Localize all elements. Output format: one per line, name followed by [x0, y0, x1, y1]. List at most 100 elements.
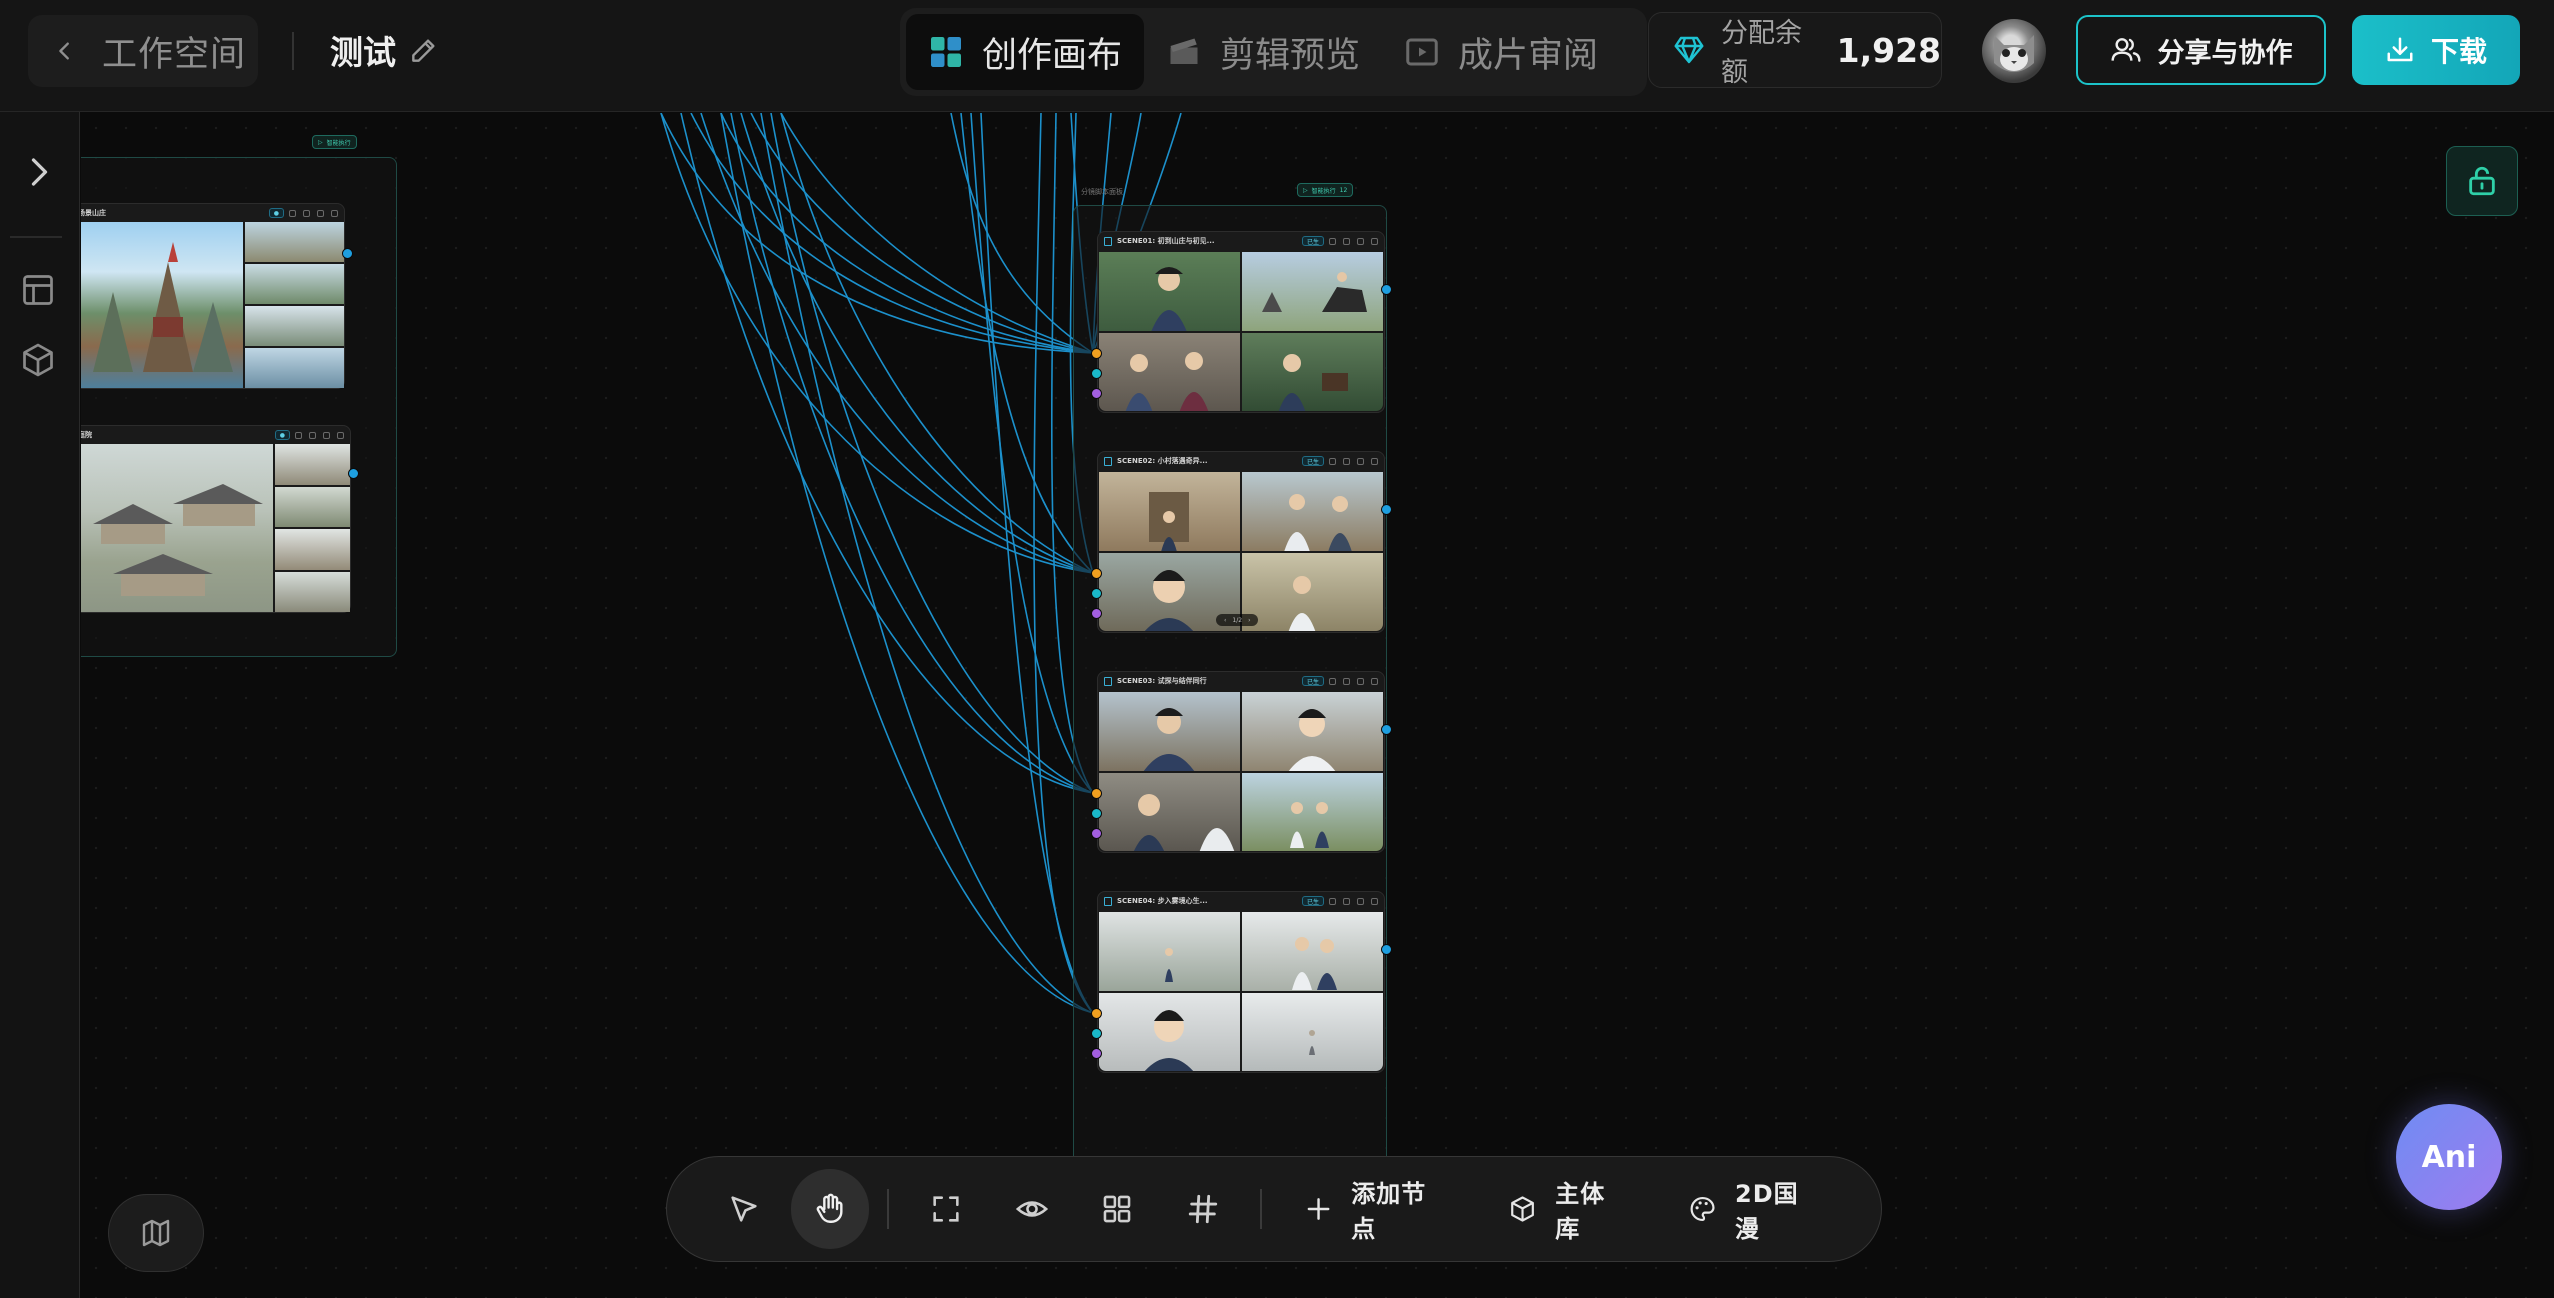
storyboard-node-scene03[interactable]: SCENE03: 试探与结伴同行 已生 [1091, 671, 1392, 853]
node-tools[interactable] [1329, 677, 1378, 685]
frame[interactable] [1242, 992, 1383, 1071]
frame[interactable] [1099, 772, 1240, 851]
mountain-thumbnails [245, 222, 344, 388]
node-status-chip: 已生 [1301, 676, 1324, 686]
node-title: 场景山庄 [81, 209, 106, 217]
node-tools[interactable] [295, 431, 344, 439]
layout-icon[interactable] [20, 272, 56, 308]
unlock-icon [2469, 166, 2495, 196]
output-port[interactable] [1381, 284, 1392, 295]
node-status-chip: ● [274, 430, 290, 440]
chevron-left-icon [59, 42, 69, 60]
node-tools[interactable] [1329, 457, 1378, 465]
share-collaborate-button[interactable]: 分享与协作 [2076, 15, 2326, 85]
scene-node-mountain[interactable]: 场景山庄 ● [81, 203, 353, 389]
thumbnail[interactable] [275, 529, 350, 570]
output-port[interactable] [1381, 724, 1392, 735]
input-port-purple[interactable] [1091, 1048, 1102, 1059]
tab-final-review[interactable]: 成片审阅 [1382, 14, 1620, 90]
balance-display[interactable]: 分配余额 1,928 [1648, 12, 1942, 88]
frame-pager[interactable]: ‹ 1/2 › [1216, 614, 1259, 626]
node-title: 庭院 [81, 431, 92, 439]
node-tools[interactable] [1329, 237, 1378, 245]
node-title: SCENE01: 初到山庄与初见... [1117, 237, 1215, 245]
frame[interactable] [1099, 912, 1240, 991]
input-port-teal[interactable] [1091, 808, 1102, 819]
pager-next-icon[interactable]: › [1248, 617, 1250, 624]
ani-assistant-button[interactable]: Ani [2396, 1104, 2502, 1210]
node-tools[interactable] [1329, 897, 1378, 905]
pencil-icon[interactable] [408, 34, 440, 66]
frame[interactable] [1242, 552, 1383, 631]
frame[interactable] [1242, 252, 1383, 331]
thumbnail[interactable] [275, 571, 350, 612]
canvas[interactable]: ▷ 智能执行 场景山庄 ● 庭院 ● 分镜脚本面板 ▷ 智能执行 12 SCEN… [81, 113, 2554, 1298]
input-port-orange[interactable] [1091, 788, 1102, 799]
minimap-button[interactable] [108, 1194, 204, 1272]
input-port-teal[interactable] [1091, 588, 1102, 599]
input-port-orange[interactable] [1091, 1008, 1102, 1019]
frame[interactable] [1099, 332, 1240, 411]
asset-library-button[interactable]: 主体库 [1508, 1174, 1628, 1244]
thumbnail[interactable] [275, 486, 350, 527]
input-port-orange[interactable] [1091, 568, 1102, 579]
frame[interactable] [1242, 912, 1383, 991]
input-port-orange[interactable] [1091, 348, 1102, 359]
snap-grid-button[interactable] [1164, 1169, 1242, 1249]
frame[interactable] [1099, 692, 1240, 771]
mountain-scene-image[interactable] [81, 222, 243, 388]
thumbnail[interactable] [245, 222, 344, 262]
storyboard-node-scene02[interactable]: SCENE02: 小村落遇奇异... 已生 ‹ 1/2 › [1091, 451, 1392, 633]
thumbnail[interactable] [245, 348, 344, 388]
output-port[interactable] [348, 468, 359, 479]
frame[interactable] [1099, 472, 1240, 551]
avatar[interactable] [1982, 19, 2046, 83]
download-button[interactable]: 下载 [2352, 15, 2520, 85]
tab-canvas-label: 创作画布 [982, 35, 1123, 76]
add-node-button[interactable]: 添加节点 [1304, 1174, 1448, 1244]
tab-canvas[interactable]: 创作画布 [906, 14, 1145, 90]
back-to-workspace-button[interactable]: 工作空间 [28, 15, 258, 87]
grid-icon [931, 37, 961, 67]
pager-prev-icon[interactable]: ‹ [1224, 617, 1226, 624]
select-tool-button[interactable] [705, 1169, 783, 1249]
cube-icon[interactable] [20, 342, 56, 378]
input-port-teal[interactable] [1091, 368, 1102, 379]
tab-edit-preview[interactable]: 剪辑预览 [1144, 14, 1382, 90]
chevron-right-icon[interactable] [20, 154, 56, 190]
node-status-chip: ● [268, 208, 284, 218]
input-port-purple[interactable] [1091, 608, 1102, 619]
thumbnail[interactable] [245, 306, 344, 346]
courtyard-scene-image[interactable] [81, 444, 273, 612]
frame[interactable] [1242, 472, 1383, 551]
cube-icon [1511, 1196, 1535, 1222]
frame[interactable] [1099, 252, 1240, 331]
preview-button[interactable] [993, 1169, 1071, 1249]
storyboard-node-scene04[interactable]: SCENE04: 步入雾境心生... 已生 [1091, 891, 1392, 1073]
download-label: 下载 [2430, 35, 2487, 68]
hand-tool-button[interactable] [790, 1169, 869, 1249]
style-selector-button[interactable]: 2D国漫 [1688, 1174, 1821, 1244]
output-port[interactable] [342, 248, 353, 259]
input-port-purple[interactable] [1091, 828, 1102, 839]
frame[interactable] [1099, 992, 1240, 1071]
frame[interactable] [1242, 332, 1383, 411]
thumbnail[interactable] [275, 444, 350, 485]
node-status-chip: 已生 [1301, 236, 1324, 246]
left-group-run-tag[interactable]: ▷ 智能执行 [312, 135, 357, 149]
input-port-teal[interactable] [1091, 1028, 1102, 1039]
frame[interactable] [1242, 772, 1383, 851]
storyboard-node-scene01[interactable]: SCENE01: 初到山庄与初见... 已生 [1091, 231, 1392, 413]
thumbnail[interactable] [245, 264, 344, 304]
node-tools[interactable] [289, 209, 338, 217]
lock-canvas-button[interactable] [2446, 146, 2518, 216]
storyboard-run-tag[interactable]: ▷ 智能执行 12 [1297, 183, 1354, 197]
hand-icon [816, 1193, 843, 1223]
frame[interactable] [1242, 692, 1383, 771]
output-port[interactable] [1381, 504, 1392, 515]
layout-grid-button[interactable] [1078, 1169, 1156, 1249]
output-port[interactable] [1381, 944, 1392, 955]
scene-node-courtyard[interactable]: 庭院 ● [81, 425, 359, 613]
input-port-purple[interactable] [1091, 388, 1102, 399]
fit-view-button[interactable] [907, 1169, 985, 1249]
